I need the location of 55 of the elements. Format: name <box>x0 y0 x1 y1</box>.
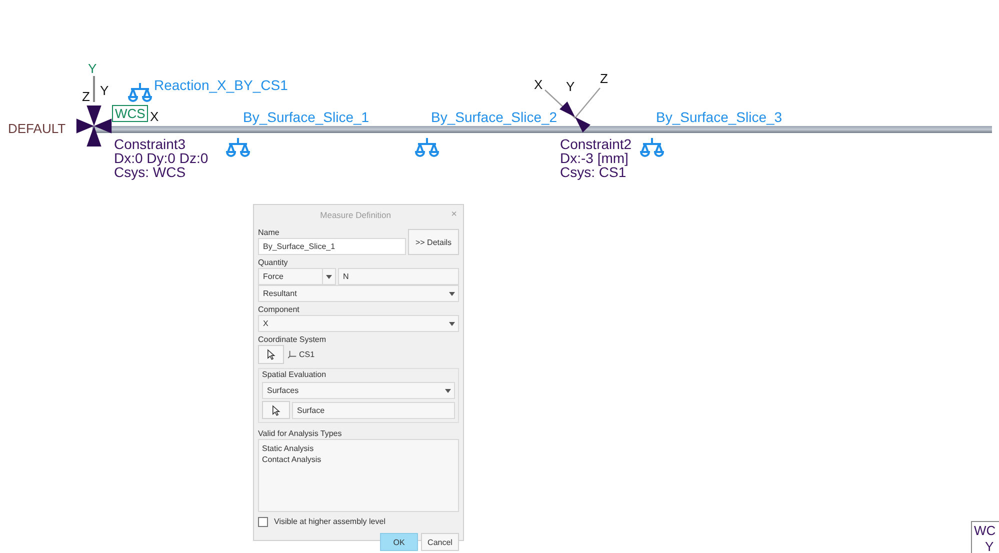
caret-icon <box>449 322 455 326</box>
dialog-title: Measure Definition <box>319 210 392 220</box>
list-item[interactable]: Contact Analysis <box>262 455 455 464</box>
field-label: Quantity <box>258 258 289 268</box>
axis-label: Z <box>82 90 90 103</box>
field-label: Coordinate System <box>258 335 328 345</box>
caret-icon <box>449 292 455 296</box>
scale-icon <box>640 137 664 159</box>
field-label: Component <box>258 305 300 315</box>
select-button[interactable] <box>258 345 284 364</box>
name-field[interactable]: By_Surface_Slice_1 <box>258 238 406 255</box>
constraint-value: Dx:0 Dy:0 Dz:0 <box>114 151 208 165</box>
spatial-dropdown[interactable]: Surfaces <box>262 382 455 399</box>
caret-icon <box>322 269 332 284</box>
scale-icon <box>128 82 152 104</box>
select-button[interactable] <box>262 401 290 419</box>
group-label: Spatial Evaluation <box>262 370 328 380</box>
ok-button[interactable]: OK <box>380 533 418 551</box>
constraint-csys: Csys: WCS <box>114 165 186 179</box>
result-dropdown[interactable]: Resultant <box>258 285 459 302</box>
constraint-icon <box>558 100 592 134</box>
triad-label: WC <box>974 524 996 537</box>
constraint-csys: Csys: CS1 <box>560 165 626 179</box>
cursor-icon <box>266 349 276 360</box>
axis-line <box>93 76 95 102</box>
constraint-name: Constraint2 <box>560 137 632 151</box>
axis-label: Y <box>100 84 109 97</box>
scale-icon <box>415 137 439 159</box>
scale-icon <box>226 137 250 159</box>
unit-field[interactable]: N <box>338 268 459 285</box>
axis-label: Y <box>985 540 994 553</box>
axis-label: X <box>534 78 543 91</box>
checkbox-label: Visible at higher assembly level <box>274 517 386 526</box>
constraint-icon <box>76 104 112 148</box>
field-label: Valid for Analysis Types <box>258 429 343 439</box>
axis-label: Y <box>88 62 97 75</box>
axis-label: Z <box>600 72 608 85</box>
cursor-icon <box>272 404 280 416</box>
cancel-button[interactable]: Cancel <box>421 533 459 551</box>
caret-icon <box>445 388 451 392</box>
list-item[interactable]: Static Analysis <box>262 444 455 453</box>
default-label: DEFAULT <box>8 122 66 135</box>
selection-field[interactable]: Surface <box>292 402 455 419</box>
csys-value: CS1 <box>299 350 315 359</box>
details-button[interactable]: >> Details <box>408 229 459 255</box>
axis-label: X <box>150 110 159 123</box>
field-label: Name <box>258 228 280 238</box>
checkbox[interactable] <box>258 516 268 526</box>
axis-label: Y <box>566 80 575 93</box>
csys-icon <box>288 350 297 359</box>
constraint-name: Constraint3 <box>114 137 186 151</box>
constraint-value: Dx:-3 [mm] <box>560 151 628 165</box>
csys-label: WCS <box>112 105 148 122</box>
quantity-dropdown[interactable]: Force <box>258 268 336 285</box>
component-dropdown[interactable]: X <box>258 315 459 332</box>
